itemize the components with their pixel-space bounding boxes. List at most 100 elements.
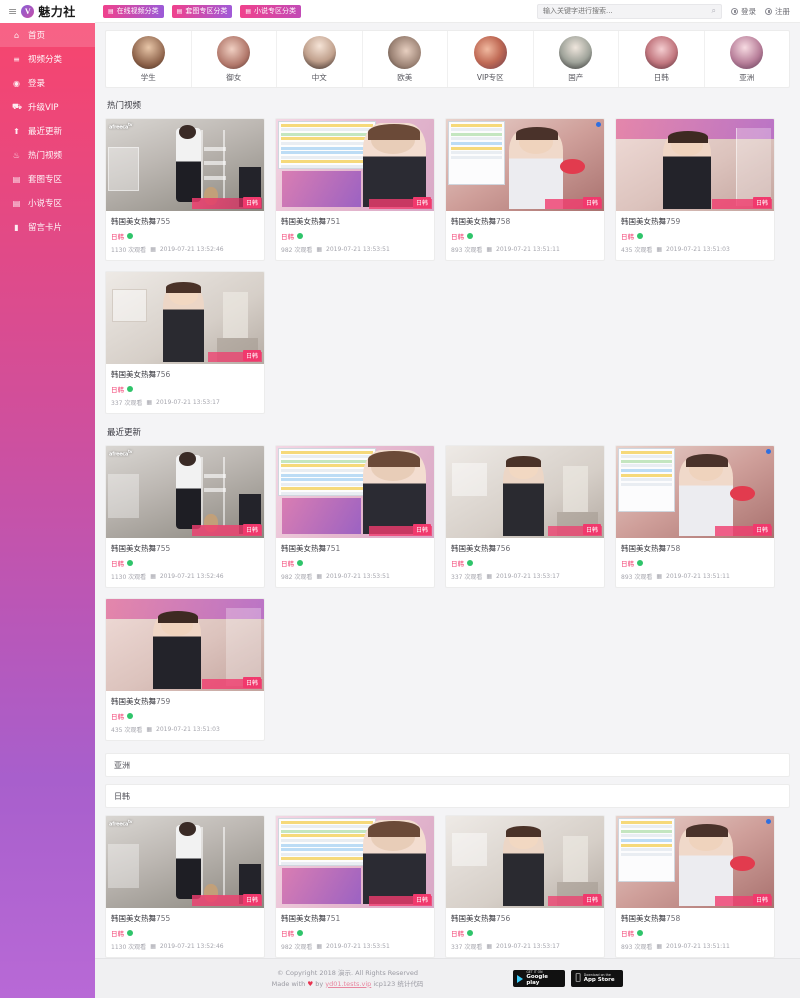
sidebar: ≡ V 魅力社 ⌂ 首页 ≡ 视频分类 ◉ 登录 ⛟ 升级VIP ⬆ 最近更新 … — [0, 0, 95, 998]
video-tag[interactable]: 日韩 — [621, 231, 634, 241]
video-thumbnail[interactable]: 日韩 — [446, 816, 604, 908]
video-views: 1130 次观看 — [111, 247, 147, 254]
video-card[interactable]: 日韩 韩国美女热舞758 日韩 893 次观看 ▦ 2019-07-21 13:… — [615, 445, 775, 588]
calendar-icon: ▦ — [316, 573, 323, 580]
video-tags: 日韩 — [621, 558, 769, 568]
calendar-icon: ▦ — [316, 943, 323, 950]
video-tag[interactable]: 日韩 — [281, 231, 294, 241]
store-badges: GET IT ON Google play  Download on the … — [513, 970, 624, 987]
video-thumbnail[interactable]: 日韩 — [616, 816, 774, 908]
home-icon: ⌂ — [13, 30, 20, 40]
video-card[interactable]: 日韩 韩国美女热舞759 日韩 435 次观看 ▦ 2019-07-21 13:… — [615, 118, 775, 261]
category-jpkr[interactable]: 日韩 — [619, 31, 705, 87]
chat-overlay — [448, 121, 505, 186]
video-thumbnail[interactable]: afreecatv 日韩 — [106, 119, 264, 211]
category-domestic[interactable]: 国产 — [534, 31, 619, 87]
chat-overlay — [278, 121, 376, 169]
section-bar-jpkr[interactable]: 日韩 — [105, 784, 790, 808]
calendar-icon: ▦ — [150, 943, 156, 950]
video-card[interactable]: afreecatv 日韩 韩国美女热舞755 日韩 1130 次观看 ▦ 201… — [105, 815, 265, 958]
video-card[interactable]: 日韩 韩国美女热舞751 日韩 982 次观看 ▦ 2019-07-21 13:… — [275, 118, 435, 261]
sidebar-item-home[interactable]: ⌂ 首页 — [0, 23, 95, 47]
category-asia[interactable]: 亚洲 — [705, 31, 790, 87]
sidebar-item-label: 登录 — [28, 79, 46, 89]
video-grid-hot: afreecatv 日韩 韩国美女热舞755 日韩 1130 次观看 ▦ 201… — [105, 118, 790, 414]
search-input[interactable] — [543, 7, 712, 15]
video-tag[interactable]: 日韩 — [111, 558, 124, 568]
video-tag[interactable]: 日韩 — [281, 928, 294, 938]
sidebar-item-message-card[interactable]: ▮ 留言卡片 — [0, 215, 95, 239]
user-plus-icon — [765, 7, 772, 15]
video-thumbnail[interactable]: 日韩 — [276, 816, 434, 908]
video-thumbnail[interactable]: 日韩 — [446, 446, 604, 538]
video-tag[interactable]: 日韩 — [621, 558, 634, 568]
video-tag[interactable]: 日韩 — [111, 711, 124, 721]
video-card[interactable]: 日韩 韩国美女热舞759 日韩 435 次观看 ▦ 2019-07-21 13:… — [105, 598, 265, 741]
sidebar-item-recent[interactable]: ⬆ 最近更新 — [0, 119, 95, 143]
chip-novel-zone-category[interactable]: ▤ 小说专区分类 — [240, 4, 302, 18]
category-vip[interactable]: VIP专区 — [448, 31, 534, 87]
avatar — [302, 35, 336, 69]
video-tag[interactable]: 日韩 — [451, 231, 464, 241]
category-chinese[interactable]: 中文 — [277, 31, 363, 87]
video-tag[interactable]: 日韩 — [111, 928, 124, 938]
video-card[interactable]: 日韩 韩国美女热舞758 日韩 893 次观看 ▦ 2019-07-21 13:… — [445, 118, 605, 261]
video-thumbnail[interactable]: 日韩 — [276, 446, 434, 538]
video-thumbnail[interactable]: 日韩 — [616, 446, 774, 538]
video-card[interactable]: 日韩 韩国美女热舞756 日韩 337 次观看 ▦ 2019-07-21 13:… — [445, 815, 605, 958]
video-thumbnail[interactable]: 日韩 — [276, 119, 434, 211]
video-tag[interactable]: 日韩 — [451, 928, 464, 938]
chip-online-video-category[interactable]: ▤ 在线视频分类 — [103, 4, 164, 18]
search-icon[interactable]: ⌕ — [712, 6, 716, 16]
category-yunu[interactable]: 御女 — [192, 31, 277, 87]
register-button[interactable]: 注册 — [765, 6, 790, 17]
video-thumbnail[interactable]: 日韩 — [446, 119, 604, 211]
video-card[interactable]: afreecatv 日韩 韩国美女热舞755 日韩 1130 次观看 ▦ 201… — [105, 118, 265, 261]
category-student[interactable]: 学生 — [106, 31, 192, 87]
section-bar-asia[interactable]: 亚洲 — [105, 753, 790, 777]
sidebar-logo[interactable]: ≡ V 魅力社 — [0, 0, 95, 23]
sidebar-item-upgrade-vip[interactable]: ⛟ 升级VIP — [0, 95, 95, 119]
app-store-button[interactable]:  Download on the App Store — [571, 970, 624, 987]
video-title: 韩国美女热舞759 — [111, 697, 171, 706]
sidebar-item-image-zone[interactable]: ▤ 套图专区 — [0, 167, 95, 191]
avatar — [388, 35, 422, 69]
hamburger-icon[interactable]: ≡ — [8, 6, 17, 17]
video-date: 2019-07-21 13:51:03 — [156, 726, 220, 733]
sidebar-item-novel-zone[interactable]: ▤ 小说专区 — [0, 191, 95, 215]
video-card[interactable]: 日韩 韩国美女热舞751 日韩 982 次观看 ▦ 2019-07-21 13:… — [275, 445, 435, 588]
author-link[interactable]: yd01.tests.vip — [325, 980, 371, 988]
video-thumbnail[interactable]: 日韩 — [106, 599, 264, 691]
video-tag[interactable]: 日韩 — [621, 928, 634, 938]
video-thumbnail[interactable]: 日韩 — [616, 119, 774, 211]
video-tag[interactable]: 日韩 — [451, 558, 464, 568]
video-card[interactable]: 日韩 韩国美女热舞756 日韩 337 次观看 ▦ 2019-07-21 13:… — [105, 271, 265, 414]
search-box[interactable]: ⌕ — [537, 3, 722, 19]
video-card[interactable]: 日韩 韩国美女热舞756 日韩 337 次观看 ▦ 2019-07-21 13:… — [445, 445, 605, 588]
video-card[interactable]: afreecatv 日韩 韩国美女热舞755 日韩 1130 次观看 ▦ 201… — [105, 445, 265, 588]
sidebar-item-hot[interactable]: ♨ 热门视频 — [0, 143, 95, 167]
video-thumbnail[interactable]: afreecatv 日韩 — [106, 816, 264, 908]
category-western[interactable]: 欧美 — [363, 31, 448, 87]
login-label: 登录 — [741, 6, 756, 16]
video-number: 755 — [156, 544, 171, 553]
calendar-icon: ▦ — [146, 399, 153, 406]
video-thumbnail[interactable]: 日韩 — [106, 272, 264, 364]
video-views: 337 次观看 — [111, 400, 143, 407]
video-card[interactable]: 日韩 韩国美女热舞758 日韩 893 次观看 ▦ 2019-07-21 13:… — [615, 815, 775, 958]
google-play-button[interactable]: GET IT ON Google play — [513, 970, 566, 987]
category-label: VIP专区 — [476, 72, 504, 82]
login-button[interactable]: 登录 — [731, 6, 756, 17]
sidebar-item-login[interactable]: ◉ 登录 — [0, 71, 95, 95]
section-title-hot: 热门视频 — [107, 101, 142, 111]
video-views: 1130 次观看 — [111, 574, 147, 581]
sidebar-item-video-category[interactable]: ≡ 视频分类 — [0, 47, 95, 71]
video-tag[interactable]: 日韩 — [111, 384, 124, 394]
video-card[interactable]: 日韩 韩国美女热舞751 日韩 982 次观看 ▦ 2019-07-21 13:… — [275, 815, 435, 958]
video-tag[interactable]: 日韩 — [281, 558, 294, 568]
video-tag[interactable]: 日韩 — [111, 231, 124, 241]
chip-image-zone-category[interactable]: ▤ 套图专区分类 — [171, 4, 233, 18]
video-thumbnail[interactable]: afreecatv 日韩 — [106, 446, 264, 538]
video-badge: 日韩 — [242, 197, 261, 208]
avatar — [559, 35, 593, 69]
